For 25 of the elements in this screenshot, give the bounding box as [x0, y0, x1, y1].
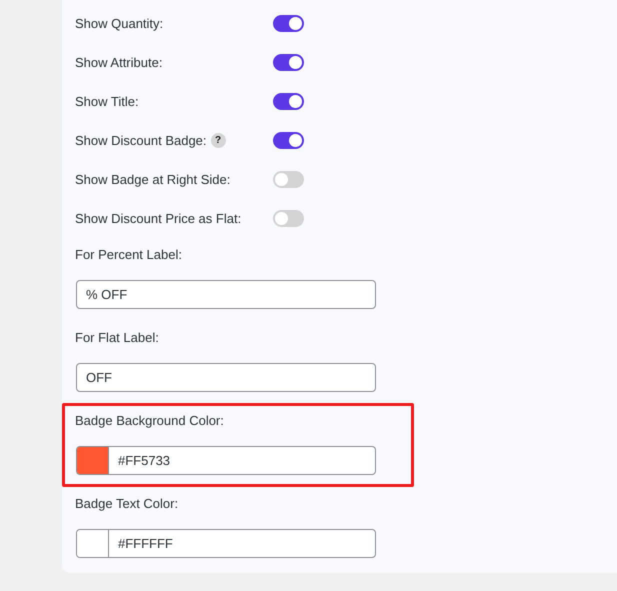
text-field[interactable]: % OFF — [76, 280, 376, 309]
toggle-switch[interactable] — [273, 170, 304, 188]
color-field[interactable]: #FFFFFF — [76, 529, 376, 558]
help-icon[interactable]: ? — [210, 132, 226, 148]
field-label: For Flat Label: — [75, 329, 160, 347]
toggle-label: Show Attribute: — [75, 54, 162, 70]
field-label: Badge Background Color: — [75, 412, 225, 430]
color-swatch[interactable] — [77, 447, 109, 474]
hex-value: #FF5733 — [118, 453, 170, 468]
toggle-label: Show Discount Price as Flat: — [75, 210, 242, 226]
toggle-switch[interactable] — [273, 132, 304, 148]
toggle-switch[interactable] — [273, 210, 304, 226]
hex-value: #FFFFFF — [118, 536, 173, 551]
color-field[interactable]: #FF5733 — [76, 446, 376, 475]
toggle-label: Show Badge at Right Side: — [75, 172, 230, 186]
text-field[interactable]: OFF — [76, 363, 376, 392]
toggle-label: Show Title: — [75, 94, 139, 108]
toggle-label: Show Discount Badge: — [75, 132, 207, 148]
toggle-label: Show Quantity: — [75, 16, 164, 30]
toggle-switch[interactable] — [273, 14, 304, 32]
toggle-switch[interactable] — [273, 92, 304, 110]
toggle-switch[interactable] — [273, 54, 304, 70]
field-label: Badge Text Color: — [75, 495, 180, 513]
color-swatch[interactable] — [77, 530, 109, 557]
field-label: For Percent Label: — [75, 246, 183, 264]
